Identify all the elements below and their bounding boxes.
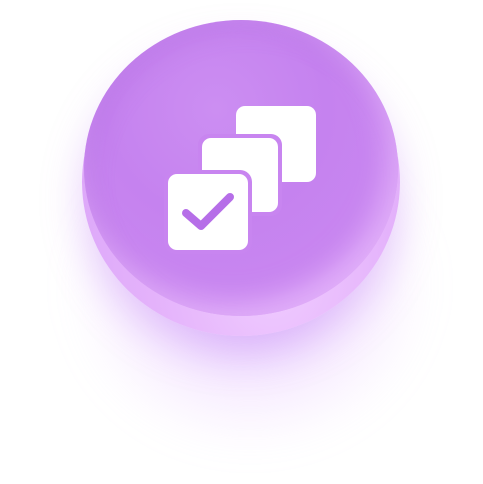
icon-canvas — [0, 0, 483, 484]
stacked-checkbox-icon-svg — [164, 106, 316, 254]
front-card-icon — [168, 174, 248, 250]
stacked-checkbox-icon — [160, 100, 320, 256]
